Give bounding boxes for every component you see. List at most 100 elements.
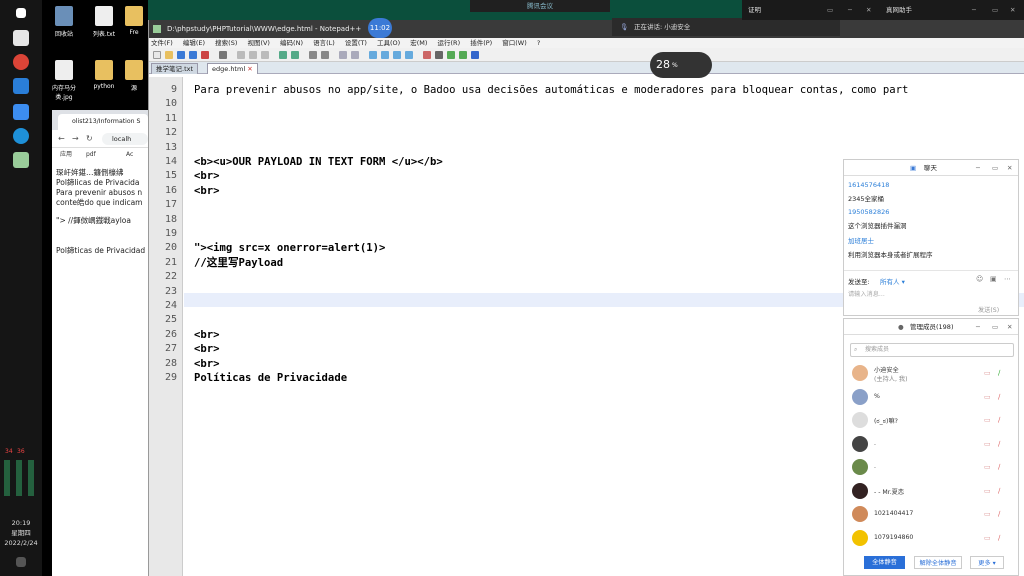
tab-close-icon[interactable]: ✕ [247,65,252,73]
microphone-muted-icon[interactable]: ∕ [998,463,1004,472]
save-macro-icon[interactable] [471,51,479,59]
member-row[interactable]: (ಠ_ಠ)嘛? ∕ ▭ [852,412,1012,430]
record-macro-icon[interactable] [423,51,431,59]
minimize-icon-2[interactable]: ─ [972,0,976,20]
menu-plugins[interactable]: 插件(P) [470,39,492,47]
camera-off-icon[interactable]: ▭ [984,440,991,449]
redo-icon[interactable] [291,51,299,59]
meeting-clock[interactable]: 11:02 [368,18,392,38]
microphone-muted-icon[interactable]: ∕ [998,393,1004,402]
maximize-icon[interactable]: ▭ [992,160,998,176]
member-row[interactable]: - - Mr.夏恋 ∕ ▭ [852,482,1012,501]
bookmark-pdf[interactable]: pdf [86,148,96,162]
close-icon[interactable]: ✕ [1007,319,1012,335]
member-row[interactable]: 小迪安全 (主持人, 我) ∕ ▭ [852,365,1012,383]
minimize-icon[interactable]: ─ [976,319,980,335]
minimize-icon[interactable]: ─ [848,0,852,20]
new-file-icon[interactable] [153,51,161,59]
taskbar-time[interactable]: 20:19 [0,518,42,528]
tray-icons[interactable] [4,460,38,496]
member-row[interactable]: % ∕ ▭ [852,388,1012,407]
microphone-muted-icon[interactable]: ∕ [998,440,1004,449]
close-file-icon[interactable] [201,51,209,59]
cut-icon[interactable] [237,51,245,59]
browser-tab[interactable]: olist213/Information S [58,114,148,130]
save-all-icon[interactable] [189,51,197,59]
close-icon-2[interactable]: ✕ [1010,0,1015,20]
member-row[interactable]: . ∕ ▭ [852,459,1012,477]
notification-icon[interactable] [16,557,26,567]
restore-icon-2[interactable]: ▭ [992,0,998,20]
copy-icon[interactable] [249,51,257,59]
desktop-icon-folder2[interactable]: 源 [122,60,146,92]
menu-edit[interactable]: 编辑(E) [183,39,205,47]
bookmark-apps[interactable]: 应用 [60,148,72,162]
meeting-icon[interactable] [13,104,29,120]
restore-icon[interactable]: ▭ [827,0,833,20]
more-button[interactable]: 更多 ▾ [970,556,1004,569]
tab-edge-html[interactable]: edge.html ✕ [207,63,258,74]
windows-start-icon[interactable] [16,8,26,18]
chat-message-user[interactable]: 1614576418 [848,181,1018,189]
indent-guide-icon[interactable] [405,51,413,59]
minimize-icon[interactable]: ─ [976,160,980,176]
menu-tools[interactable]: 工具(O) [377,39,400,47]
stop-macro-icon[interactable] [435,51,443,59]
chat-message-user[interactable]: 1950582826 [848,208,1018,216]
undo-icon[interactable] [279,51,287,59]
menu-run[interactable]: 运行(R) [438,39,461,47]
address-input[interactable]: localh [102,133,148,145]
menu-view[interactable]: 视图(V) [247,39,270,47]
menu-window[interactable]: 窗口(W) [502,39,527,47]
chrome-icon[interactable] [13,54,29,70]
replace-icon[interactable] [321,51,329,59]
tab-notes[interactable]: 推学笔记.txt [151,63,199,74]
bookmark-ac[interactable]: Ac [126,148,133,162]
chat-message-user[interactable]: 加班居士 [848,235,1018,245]
image-icon[interactable]: ▣ [990,275,997,283]
word-wrap-icon[interactable] [381,51,389,59]
close-icon[interactable]: ✕ [1007,160,1012,176]
menu-language[interactable]: 语言(L) [313,39,335,47]
microphone-muted-icon[interactable]: ∕ [998,510,1004,519]
menu-help[interactable]: ? [537,39,540,47]
reload-icon[interactable]: ↻ [86,134,93,143]
print-icon[interactable] [219,51,227,59]
desktop-icon-recycle[interactable]: 回收站 [44,6,84,38]
sync-scroll-icon[interactable] [369,51,377,59]
mute-all-button[interactable]: 全体静音 [864,556,905,569]
emoji-icon[interactable]: ☺ [976,275,983,283]
desktop-icon-txt[interactable]: 列表.txt [84,6,124,38]
edge-icon[interactable] [13,128,29,144]
more-icon[interactable]: ⋯ [1004,275,1011,283]
task-view-icon[interactable] [13,30,29,46]
app-icon[interactable] [13,78,29,94]
send-button[interactable]: 发送(S) [978,305,999,314]
network-widget[interactable]: 28 % [650,52,712,78]
camera-off-icon[interactable]: ▭ [984,463,991,472]
zoom-out-icon[interactable] [351,51,359,59]
open-file-icon[interactable] [165,51,173,59]
member-row[interactable]: . ∕ ▭ [852,435,1012,454]
microphone-muted-icon[interactable]: ∕ [998,534,1004,543]
paste-icon[interactable] [261,51,269,59]
member-row[interactable]: 1021404417 ∕ ▭ [852,506,1012,524]
camera-off-icon[interactable]: ▭ [984,534,991,543]
save-icon[interactable] [177,51,185,59]
forward-icon[interactable]: → [72,134,79,143]
chat-input[interactable]: 请输入消息... [848,289,1008,298]
maximize-icon[interactable]: ▭ [992,319,998,335]
camera-off-icon[interactable]: ▭ [984,393,991,402]
find-icon[interactable] [309,51,317,59]
member-row[interactable]: 1079194860 ∕ ▭ [852,529,1012,548]
desktop-icon-python[interactable]: python [84,60,124,90]
run-macro-multiple-icon[interactable] [459,51,467,59]
desktop-icon-jpg[interactable]: 内存马分类.jpg [44,60,84,101]
desktop-icon-folder[interactable]: Fre [122,6,146,36]
zoom-in-icon[interactable] [339,51,347,59]
camera-off-icon[interactable]: ▭ [984,487,991,496]
close-icon[interactable]: ✕ [866,0,871,20]
menu-file[interactable]: 文件(F) [151,39,173,47]
unmute-all-button[interactable]: 解除全体静音 [914,556,962,569]
camera-off-icon[interactable]: ▭ [984,416,991,425]
